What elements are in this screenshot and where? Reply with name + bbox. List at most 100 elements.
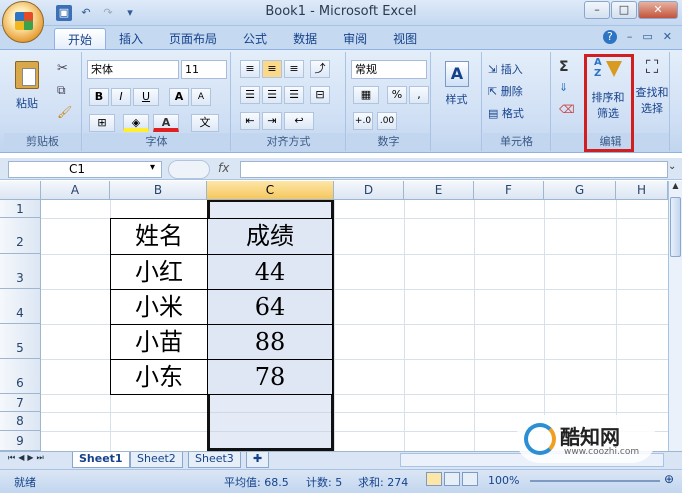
font-color-button[interactable]: A [153,114,179,132]
cell-b3[interactable]: 小红 [110,254,208,290]
increase-decimal-icon[interactable]: +.0 [353,112,373,130]
column-header-e[interactable]: E [404,181,474,200]
format-cells-button[interactable]: ▤ 格式 [487,104,547,122]
fill-icon[interactable]: ⇓ [558,80,569,95]
scroll-up-icon[interactable]: ▲ [669,181,682,195]
row-header-8[interactable]: 8 [0,412,41,431]
underline-button[interactable]: U [133,88,159,106]
font-name-select[interactable]: 宋体 [87,60,179,79]
workbook-close-icon[interactable]: ✕ [663,30,672,44]
ribbon-restore-icon[interactable]: ▭ [642,30,652,44]
row-header-6[interactable]: 6 [0,359,41,394]
phonetic-button[interactable]: 文 [191,114,219,132]
select-all-corner[interactable] [0,181,41,200]
percent-button[interactable]: % [387,86,407,104]
shrink-font-button[interactable]: A [191,88,211,106]
zoom-in-icon[interactable]: ⊕ [664,472,674,486]
accounting-format-icon[interactable]: ▦ [353,86,379,104]
column-header-a[interactable]: A [41,181,110,200]
italic-button[interactable]: I [111,88,131,106]
sheet-tab-3[interactable]: Sheet3 [188,452,241,468]
merge-center-icon[interactable]: ⊟ [310,86,330,104]
tab-home[interactable]: 开始 [54,28,107,50]
font-size-select[interactable]: 11 [181,60,227,79]
cut-icon[interactable]: ✂ [56,60,72,76]
cell-c3[interactable]: 44 [207,254,333,290]
zoom-level[interactable]: 100% [488,474,519,487]
paste-button[interactable]: 粘贴 [10,58,44,128]
page-break-view-icon[interactable] [462,472,478,486]
tab-review[interactable]: 审阅 [330,28,380,50]
sheet-nav-icons[interactable]: ⏮◀▶⏭ [8,453,47,463]
column-header-c[interactable]: C [207,181,334,200]
row-header-1[interactable]: 1 [0,200,41,218]
row-header-7[interactable]: 7 [0,394,41,412]
cell-b6[interactable]: 小东 [110,359,208,395]
tab-page-layout[interactable]: 页面布局 [156,28,230,50]
tab-insert[interactable]: 插入 [106,28,156,50]
fill-color-icon[interactable]: ◈ [123,114,149,132]
wrap-text-icon[interactable]: ↩ [284,112,314,130]
close-button[interactable]: ✕ [638,1,678,19]
formula-input[interactable] [240,161,668,178]
minimize-button[interactable]: – [584,1,610,19]
clear-icon[interactable]: ⌫ [558,102,576,117]
worksheet-grid[interactable]: A B C D E F G H 1 2 3 4 5 6 7 8 9 [0,181,668,451]
row-header-5[interactable]: 5 [0,324,41,359]
bold-button[interactable]: B [89,88,109,106]
align-right-icon[interactable]: ☰ [284,86,304,104]
sheet-tab-2[interactable]: Sheet2 [130,452,183,468]
align-center-icon[interactable]: ☰ [262,86,282,104]
name-box-dropdown-icon[interactable]: ▾ [150,162,155,173]
align-middle-icon[interactable]: ≡ [262,60,282,78]
delete-cells-button[interactable]: ⇱ 删除 [487,82,547,100]
cell-b4[interactable]: 小米 [110,289,208,325]
cell-c2[interactable]: 成绩 [207,218,333,255]
page-layout-view-icon[interactable] [444,472,460,486]
row-header-4[interactable]: 4 [0,289,41,324]
align-left-icon[interactable]: ☰ [240,86,260,104]
column-header-f[interactable]: F [474,181,544,200]
decrease-indent-icon[interactable]: ⇤ [240,112,260,130]
expand-formula-icon[interactable]: ⌄ [668,161,676,172]
view-buttons[interactable] [426,472,478,486]
text-orientation-icon[interactable]: ⤴ [310,60,330,78]
increase-indent-icon[interactable]: ⇥ [262,112,282,130]
align-top-icon[interactable]: ≡ [240,60,260,78]
autosum-icon[interactable]: Σ [558,58,570,76]
insert-function-button[interactable]: fx [218,161,240,178]
number-format-select[interactable]: 常规 [351,60,427,79]
column-header-d[interactable]: D [334,181,404,200]
column-header-b[interactable]: B [110,181,207,200]
tab-data[interactable]: 数据 [280,28,330,50]
grow-font-button[interactable]: A [169,88,189,106]
office-button[interactable] [2,1,44,43]
find-select-button[interactable]: ⛶ 查找和 选择 [634,56,670,132]
vertical-scrollbar[interactable]: ▲ [668,181,682,451]
cell-c4[interactable]: 64 [207,289,333,325]
borders-icon[interactable]: ⊞ [89,114,115,132]
row-header-9[interactable]: 9 [0,431,41,451]
copy-icon[interactable]: ⧉ [56,82,72,98]
normal-view-icon[interactable] [426,472,442,486]
insert-sheet-icon[interactable]: ✚ [246,452,270,468]
help-icon[interactable]: ? [602,30,617,44]
tab-view[interactable]: 视图 [380,28,430,50]
cell-c5[interactable]: 88 [207,324,333,360]
scroll-thumb[interactable] [670,197,681,257]
cell-b5[interactable]: 小苗 [110,324,208,360]
comma-button[interactable]: , [409,86,429,104]
row-header-3[interactable]: 3 [0,254,41,289]
column-header-h[interactable]: H [616,181,668,200]
ribbon-minimize-icon[interactable]: – [627,30,633,44]
tab-formulas[interactable]: 公式 [230,28,280,50]
sheet-tab-1[interactable]: Sheet1 [72,452,130,468]
cell-c6[interactable]: 78 [207,359,333,395]
zoom-slider[interactable] [530,480,660,482]
insert-cells-button[interactable]: ⇲ 插入 [487,60,547,78]
format-painter-icon[interactable]: 🖌 [56,104,72,120]
name-box[interactable]: C1 [8,161,162,178]
maximize-button[interactable]: □ [611,1,637,19]
row-header-2[interactable]: 2 [0,218,41,254]
cell-b2[interactable]: 姓名 [110,218,208,255]
